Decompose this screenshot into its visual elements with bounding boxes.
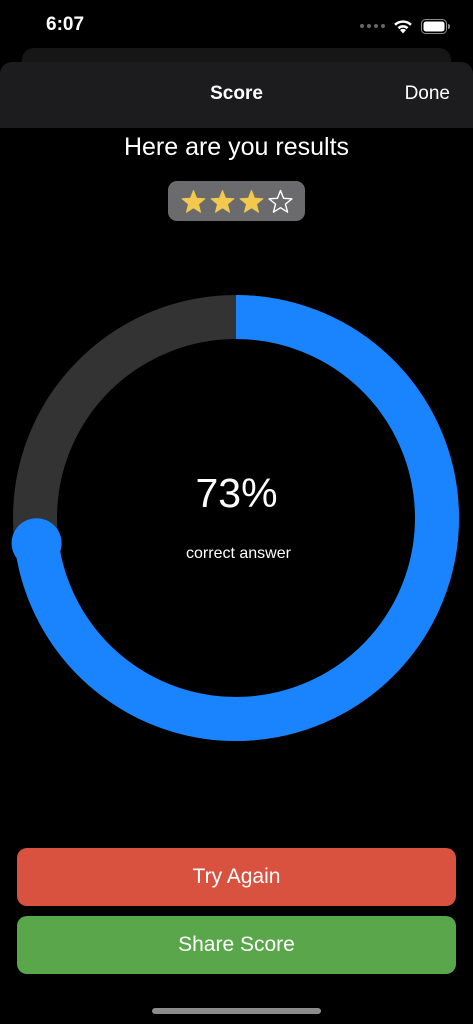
score-percentage: 73% [195, 470, 278, 516]
share-score-button[interactable]: Share Score [17, 916, 456, 974]
try-again-button[interactable]: Try Again [17, 848, 456, 906]
home-indicator [152, 1008, 321, 1014]
score-caption: correct answer [186, 545, 291, 562]
